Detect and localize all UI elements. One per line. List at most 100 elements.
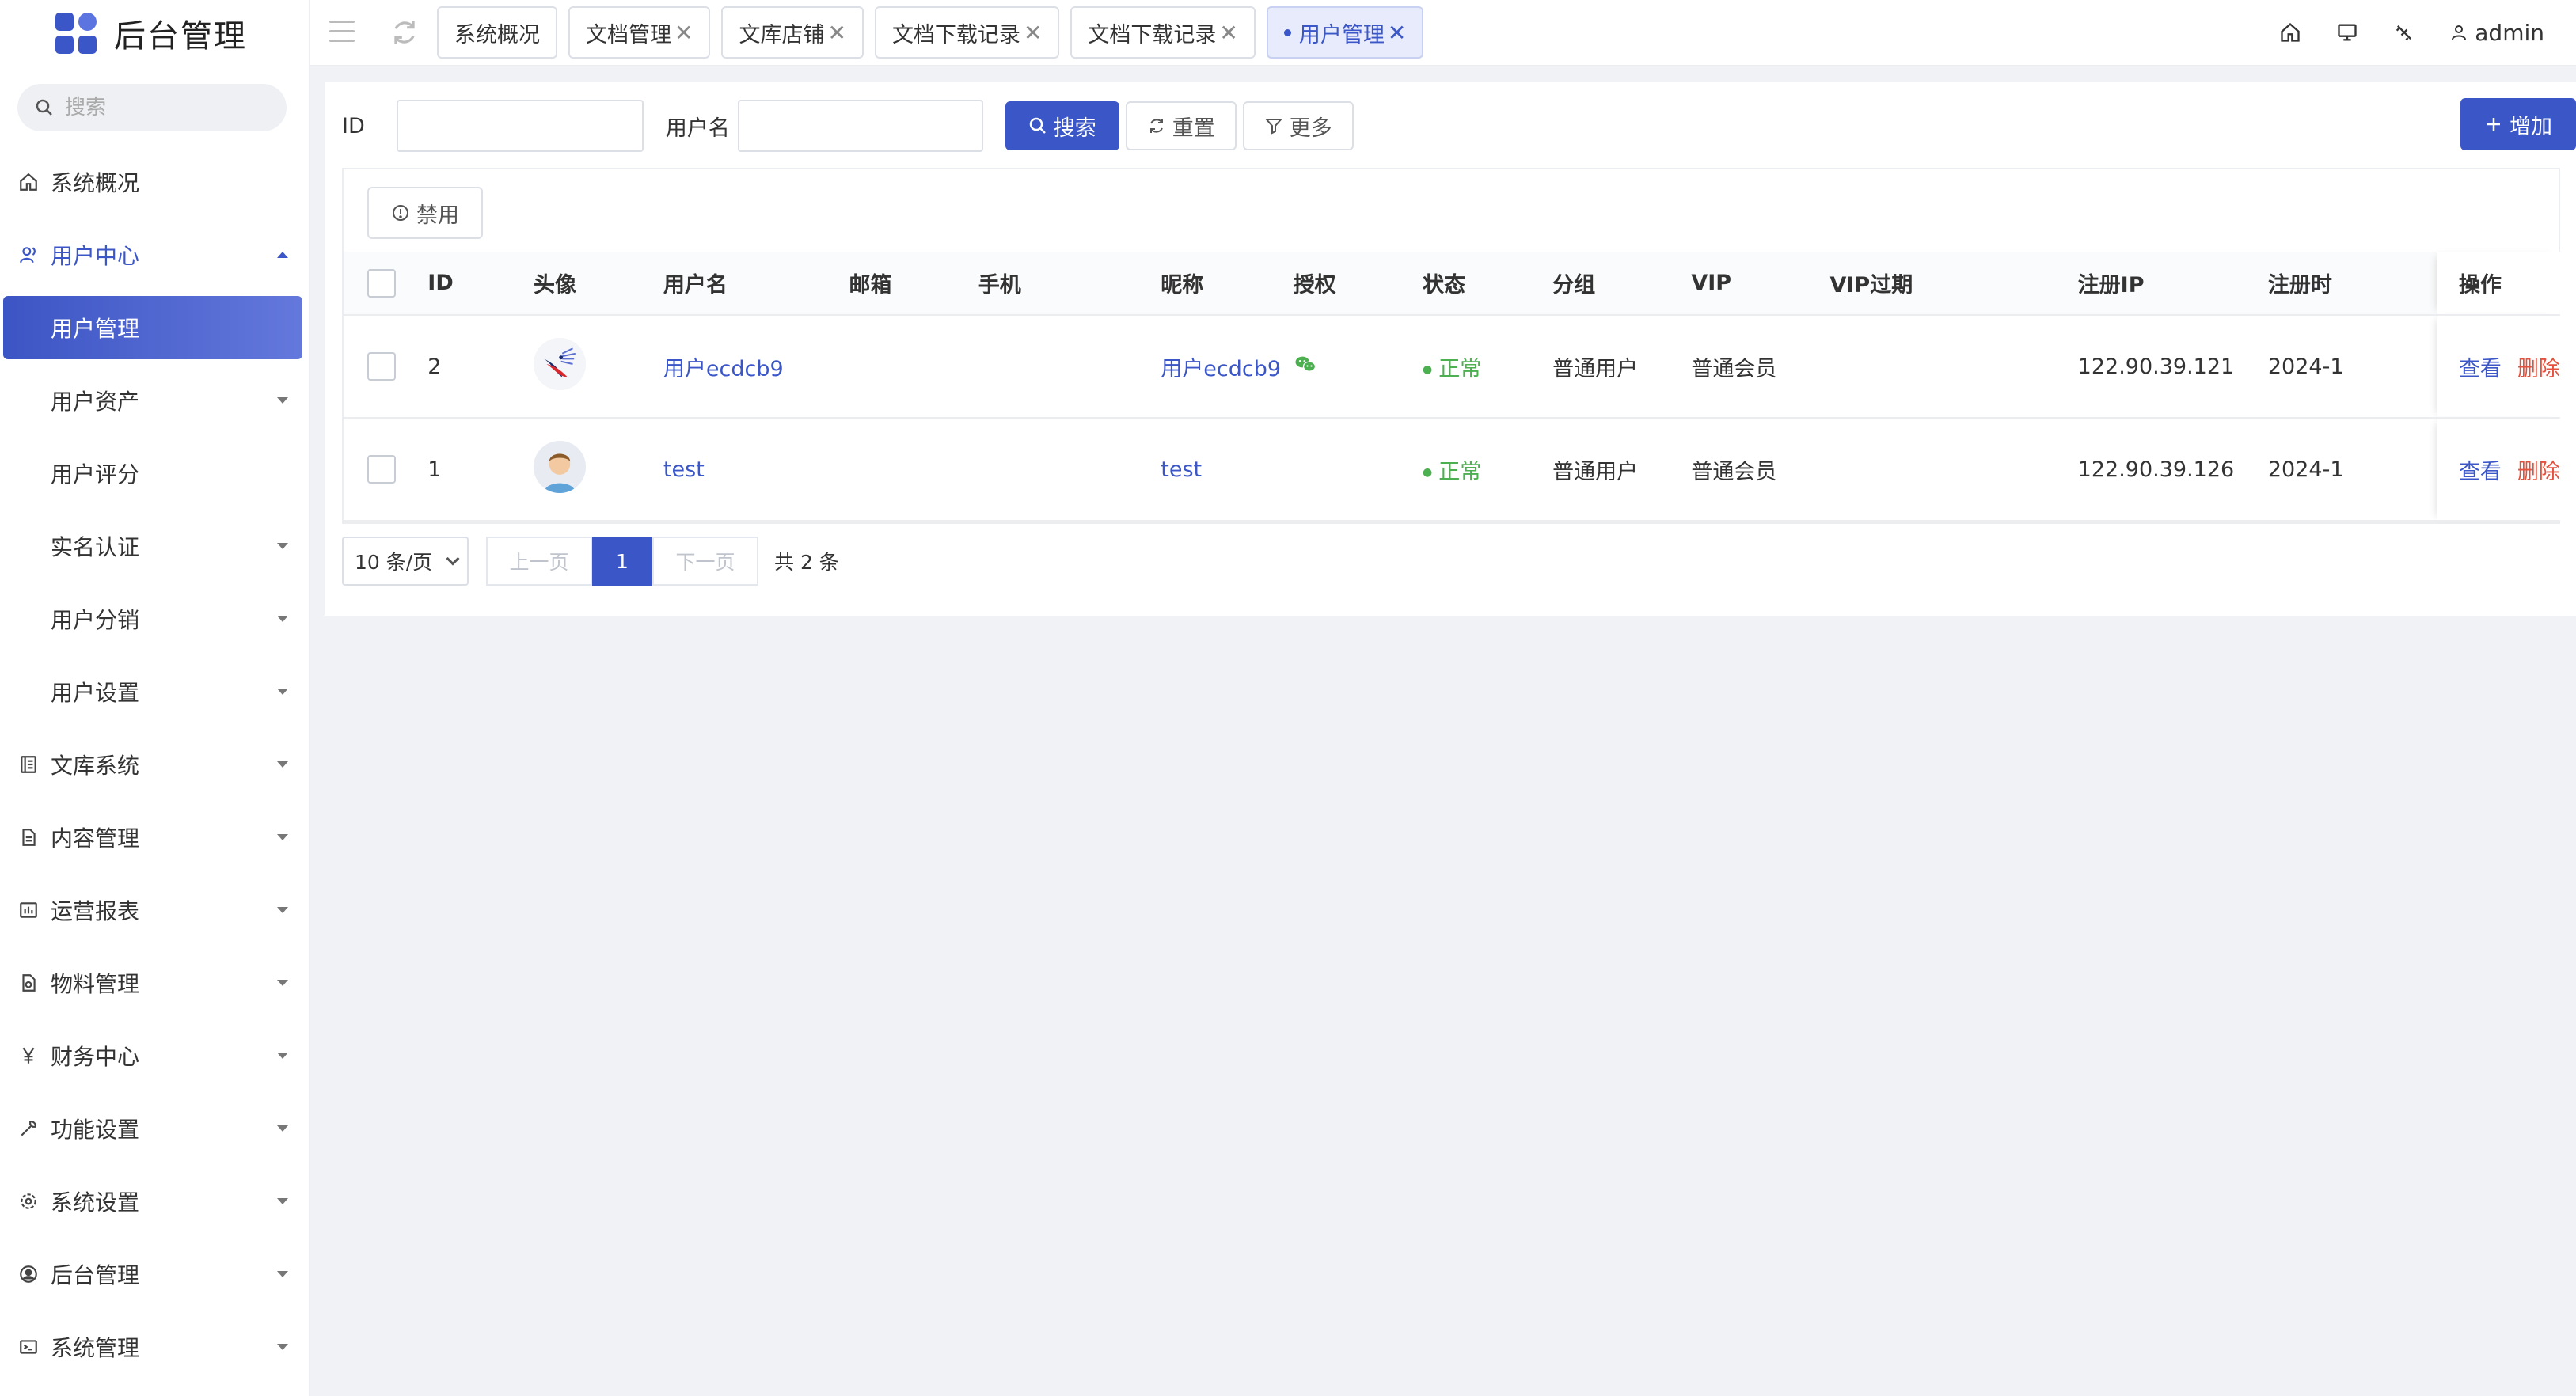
sidebar-item-library[interactable]: 文库系统 [0,728,310,801]
sidebar-item-system-management[interactable]: 系统管理 [0,1311,310,1383]
row-checkbox[interactable] [367,455,396,484]
username-link[interactable]: 用户ecdcb9 [663,357,784,381]
table-row: 1 test test 正常 普通用户 普通会员 122.90.3 [344,418,2560,522]
username-input[interactable] [737,100,983,152]
app-logo[interactable]: 后台管理 [55,11,247,55]
home-icon[interactable] [2278,21,2302,44]
delete-link[interactable]: 删除 [2517,460,2560,484]
sidebar-item-system-settings[interactable]: 系统设置 [0,1165,310,1238]
sidebar-item-label: 用户资产 [51,389,140,415]
view-link[interactable]: 查看 [2459,357,2502,381]
avatar[interactable] [534,440,587,493]
tab-user-management[interactable]: 用户管理 ✕ [1266,6,1424,59]
chevron-down-icon [277,1198,288,1204]
add-button-label: 增加 [2510,114,2552,139]
prev-page-button[interactable]: 上一页 [486,537,592,586]
tab-download-records-2[interactable]: 文档下载记录 ✕ [1070,6,1256,59]
header-actions: 操作 [2436,252,2560,316]
close-icon[interactable]: ✕ [1219,20,1237,46]
tab-label: 文库店铺 [739,22,825,47]
sidebar-item-content[interactable]: 内容管理 [0,801,310,874]
view-link[interactable]: 查看 [2459,460,2502,484]
sidebar-item-user-settings[interactable]: 用户设置 [0,655,310,728]
sidebar-item-finance[interactable]: 财务中心 [0,1019,310,1092]
search-icon [1029,117,1046,134]
username-link[interactable]: test [663,457,705,482]
filter-bar: ID 用户名 搜索 重置 更多 [342,100,1354,152]
next-page-button[interactable]: 下一页 [652,537,758,586]
close-icon[interactable]: ✕ [1388,20,1406,46]
close-icon[interactable]: ✕ [827,20,845,46]
filter-icon [1264,119,1282,135]
sidebar-item-overview[interactable]: 系统概况 [0,146,310,218]
cell-nickname[interactable]: test [1161,418,1294,522]
cell-avatar [534,418,663,522]
username-filter-label: 用户名 [665,116,730,141]
menu-toggle-icon[interactable] [329,21,355,43]
user-menu[interactable]: admin [2449,20,2544,46]
chevron-down-icon [277,980,288,986]
cell-email [849,418,978,522]
yen-icon [17,1045,40,1067]
tab-library-store[interactable]: 文库店铺 ✕ [721,6,864,59]
cell-username[interactable]: 用户ecdcb9 [663,315,849,419]
sidebar-item-user-distribution[interactable]: 用户分销 [0,582,310,655]
more-button[interactable]: 更多 [1242,101,1354,150]
nickname-link[interactable]: 用户ecdcb9 [1161,357,1281,381]
nickname-link[interactable]: test [1161,457,1202,482]
row-checkbox[interactable] [367,352,396,381]
clear-cache-icon[interactable] [2392,21,2416,44]
sidebar-search[interactable] [17,84,287,131]
cell-nickname[interactable]: 用户ecdcb9 [1161,315,1294,419]
search-button[interactable]: 搜索 [1005,101,1119,150]
avatar[interactable] [534,337,587,390]
home-icon [17,171,40,193]
sidebar-item-label: 功能设置 [51,1117,140,1143]
close-icon[interactable]: ✕ [674,20,693,46]
cell-vip: 普通会员 [1691,315,1830,419]
close-icon[interactable]: ✕ [1024,20,1042,46]
header-reg-ip: 注册IP [2077,252,2268,316]
delete-link[interactable]: 删除 [2517,357,2560,381]
tab-document-management[interactable]: 文档管理 ✕ [568,6,711,59]
chevron-down-icon [277,834,288,840]
reset-button[interactable]: 重置 [1125,101,1237,150]
sidebar-item-label: 系统概况 [51,170,140,196]
cell-id: 2 [427,315,534,419]
disable-button-label: 禁用 [416,203,459,228]
tab-overview[interactable]: 系统概况 [437,6,557,59]
chevron-down-icon [277,1271,288,1277]
page-size-select[interactable]: 10 条/页 [342,537,469,586]
sidebar-item-user-rating[interactable]: 用户评分 [0,437,310,510]
header-email: 邮箱 [849,252,978,316]
sidebar-item-reports[interactable]: 运营报表 [0,874,310,946]
monitor-icon[interactable] [2335,21,2359,44]
tab-download-records[interactable]: 文档下载记录 ✕ [874,6,1060,59]
library-icon [17,753,40,776]
search-icon [36,99,52,116]
sidebar-item-real-name[interactable]: 实名认证 [0,510,310,582]
sidebar-search-input[interactable] [65,96,263,119]
chevron-down-icon [277,689,288,695]
select-all-header [344,252,428,316]
id-input[interactable] [396,100,644,152]
username-label: admin [2475,19,2544,46]
refresh-icon[interactable] [389,17,420,47]
add-button[interactable]: 增加 [2460,98,2576,150]
sidebar-item-admin[interactable]: 后台管理 [0,1238,310,1311]
disable-button[interactable]: 禁用 [367,187,483,239]
wrench-icon [17,1117,40,1140]
current-page-button[interactable]: 1 [592,537,652,586]
tab-label: 文档下载记录 [891,22,1020,47]
sidebar-item-materials[interactable]: 物料管理 [0,946,310,1019]
sidebar-item-user-assets[interactable]: 用户资产 [0,364,310,437]
user-table: ID 头像 用户名 邮箱 手机 昵称 授权 状态 分组 VIP VIP过期 注册… [344,252,2560,522]
sidebar-item-user-center[interactable]: 用户中心 [0,218,310,291]
cell-reg-time: 2024-1 [2267,418,2437,522]
select-all-checkbox[interactable] [367,268,396,298]
sidebar-item-user-management[interactable]: 用户管理 [3,296,302,359]
sidebar-item-features[interactable]: 功能设置 [0,1092,310,1165]
cell-username[interactable]: test [663,418,849,522]
cell-phone [978,418,1161,522]
chart-icon [17,899,40,921]
